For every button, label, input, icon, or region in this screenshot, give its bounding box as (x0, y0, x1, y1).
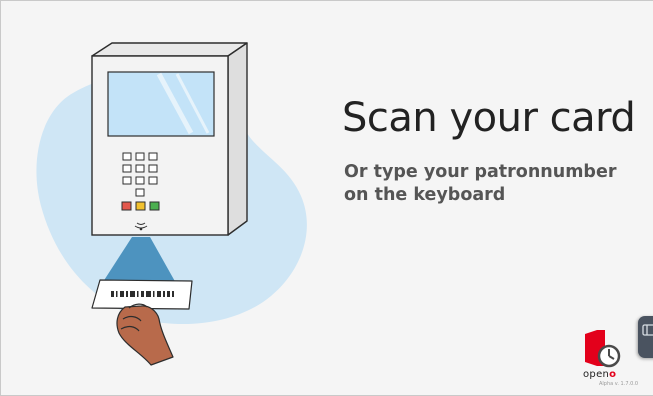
page-subtitle: Or type your patronnumber on the keyboar… (344, 162, 617, 205)
scan-card-screen: Scan your card Or type your patronnumber… (0, 0, 653, 396)
status-light-green (149, 201, 160, 211)
card-barcode (111, 291, 174, 297)
panel-toggle-icon (642, 324, 653, 336)
scanner-top (91, 42, 248, 57)
scanner-side (227, 42, 248, 236)
status-light-red (121, 201, 132, 211)
page-title: Scan your card (342, 95, 636, 141)
card-scanner-illustration (36, 42, 307, 366)
side-panel-toggle[interactable] (638, 316, 653, 358)
brand-name: openo (583, 369, 617, 380)
status-light-yellow (135, 201, 146, 211)
version-label: Alpha v. 1.7.0.0 (599, 381, 639, 387)
brand-name-accent: o (609, 369, 617, 380)
